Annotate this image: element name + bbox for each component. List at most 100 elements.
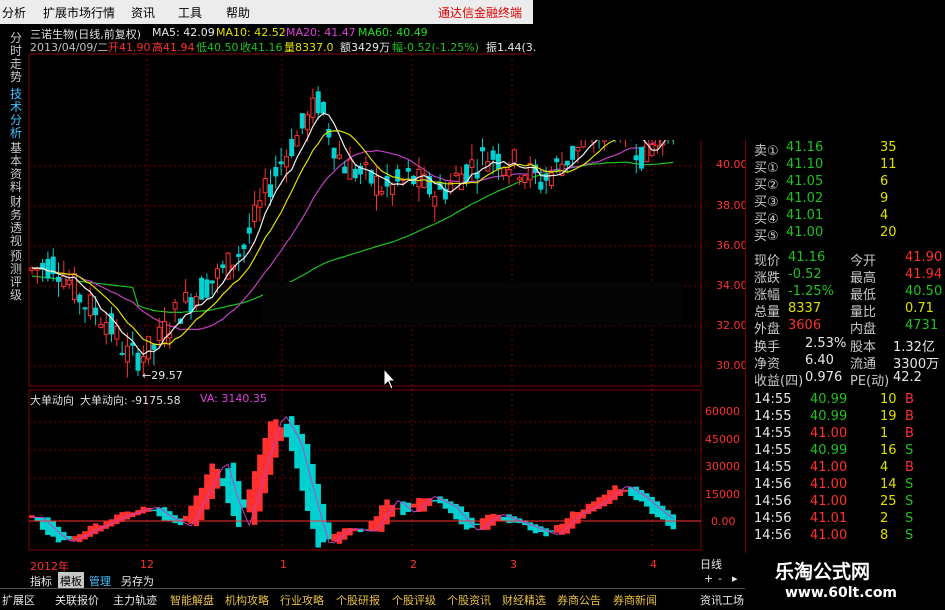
scroll-right-icon[interactable]: ▸: [732, 572, 738, 585]
bottom-button[interactable]: 券商公告: [557, 592, 601, 608]
bottom-button[interactable]: 机构攻略: [225, 592, 269, 608]
bottom-button[interactable]: 财经精选: [502, 592, 546, 608]
stat-value: 6.40: [805, 353, 834, 368]
indicator-tick: 0.00: [711, 515, 736, 528]
menu-tools[interactable]: 工具: [178, 4, 202, 21]
tick-price: 40.99: [810, 443, 848, 458]
stat-value: 42.2: [893, 370, 922, 385]
ma60-label: MA60: 40.49: [358, 26, 428, 39]
tick-volume: 1: [880, 426, 889, 441]
tick-time: 14:56: [754, 511, 792, 526]
bottom-button[interactable]: 关联报价: [55, 592, 99, 608]
stat-value: -0.52: [788, 267, 822, 282]
tick-side: B: [905, 392, 914, 407]
tick-time: 14:55: [754, 443, 792, 458]
stat-value: 40.50: [905, 284, 943, 299]
amount-label: 额3429万: [340, 41, 390, 54]
stat-value: 2.53%: [805, 336, 847, 351]
bottom-button[interactable]: 券商新闻: [613, 592, 657, 608]
stat-value: 41.90: [905, 250, 943, 265]
price-tick: 38.00: [716, 199, 748, 212]
bottom-button[interactable]: 智能解盘: [170, 592, 214, 608]
ma20-label: MA20: 41.47: [286, 26, 356, 39]
indicator-va: VA: 3140.35: [200, 392, 267, 405]
quote-book-price: 41.10: [786, 157, 824, 172]
menu-analysis[interactable]: 分析: [2, 4, 26, 21]
tick-price: 40.99: [810, 409, 848, 424]
tab-fundamentals[interactable]: 基本资料: [10, 142, 24, 194]
stat-value: 3606: [788, 318, 822, 333]
change-label: 幅-0.52(-1.25%): [392, 41, 479, 54]
price-tick: 32.00: [716, 319, 748, 332]
indicator-tick: 30000: [705, 460, 740, 473]
stat-value: 8337: [788, 301, 822, 316]
stat-value: 0.71: [905, 301, 934, 316]
stat-value: -1.25%: [788, 284, 834, 299]
tick-volume: 10: [880, 392, 897, 407]
tab-ratings[interactable]: 预测评级: [10, 250, 24, 302]
bottom-button[interactable]: 主力轨迹: [113, 592, 157, 608]
tab-technical[interactable]: 技术分析: [10, 88, 24, 140]
price-tick: 40.00: [716, 158, 748, 171]
black-cover: [533, 0, 945, 140]
stat-value: 41.94: [905, 267, 943, 282]
period-label[interactable]: 日线: [700, 556, 722, 572]
x-label: 3: [510, 558, 517, 571]
bottom-button[interactable]: 行业攻略: [280, 592, 324, 608]
tick-side: B: [905, 409, 914, 424]
close-label: 收41.16: [240, 41, 283, 54]
menu-extended-market[interactable]: 扩展市场行情: [43, 4, 115, 21]
price-tick: 36.00: [716, 239, 748, 252]
tick-time: 14:56: [754, 494, 792, 509]
quote-book-volume: 20: [880, 225, 897, 240]
high-label: 高41.94: [152, 41, 195, 54]
bottom-button[interactable]: 个股评级: [392, 592, 436, 608]
x-label: 4: [650, 558, 657, 571]
tick-volume: 14: [880, 477, 897, 492]
bottom-button[interactable]: 扩展区: [2, 592, 35, 608]
brand-title: 通达信金融终端: [438, 6, 523, 20]
watermark-url: www.60lt.com: [785, 585, 898, 601]
tab-manage[interactable]: 管理: [89, 573, 111, 589]
low-label: 低40.50: [196, 41, 239, 54]
tick-time: 14:55: [754, 392, 792, 407]
stat-value: 4731: [905, 318, 939, 333]
overlay-box: [263, 282, 681, 326]
tick-time: 14:55: [754, 460, 792, 475]
indicator-value: 大单动向: -9175.58: [80, 394, 181, 407]
quote-book-volume: 35: [880, 140, 897, 155]
zoom-in-icon[interactable]: +: [704, 572, 713, 585]
volume-label: 量8337.0: [284, 41, 334, 54]
open-label: 开41.90: [108, 41, 151, 54]
stat-label: 内盘: [850, 322, 877, 337]
quote-book-price: 41.16: [786, 140, 824, 155]
stat-label: 收益(四): [754, 374, 804, 389]
bottom-button[interactable]: 资讯工场: [700, 592, 744, 608]
tick-side: B: [905, 460, 914, 475]
bottom-button[interactable]: 个股资讯: [447, 592, 491, 608]
tab-save-as[interactable]: 另存为: [121, 573, 154, 589]
zoom-out-icon[interactable]: -: [718, 572, 722, 585]
menu-help[interactable]: 帮助: [226, 4, 250, 21]
tab-intraday[interactable]: 分时走势: [10, 32, 24, 84]
left-tab-bar: 分时走势 技术分析 基本资料 财务透视 预测评级: [0, 24, 28, 572]
tab-financials[interactable]: 财务透视: [10, 196, 24, 248]
indicator-name: 大单动向: [30, 394, 74, 407]
tick-price: 40.99: [810, 392, 848, 407]
amplitude-label: 振1.44(3.: [486, 41, 537, 54]
price-tick: 30.00: [716, 359, 748, 372]
tick-side: S: [905, 528, 914, 543]
bottom-button[interactable]: 个股研报: [336, 592, 380, 608]
tab-indicator[interactable]: 指标: [30, 573, 52, 589]
tick-time: 14:56: [754, 477, 792, 492]
menu-news[interactable]: 资讯: [131, 4, 155, 21]
quote-book-volume: 6: [880, 174, 889, 189]
tick-time: 14:55: [754, 409, 792, 424]
price-tick: 34.00: [716, 279, 748, 292]
tick-volume: 4: [880, 460, 889, 475]
tick-side: S: [905, 443, 914, 458]
quote-book-price: 41.05: [786, 174, 824, 189]
quote-book-volume: 11: [880, 157, 897, 172]
tick-volume: 25: [880, 494, 897, 509]
tick-volume: 2: [880, 511, 889, 526]
